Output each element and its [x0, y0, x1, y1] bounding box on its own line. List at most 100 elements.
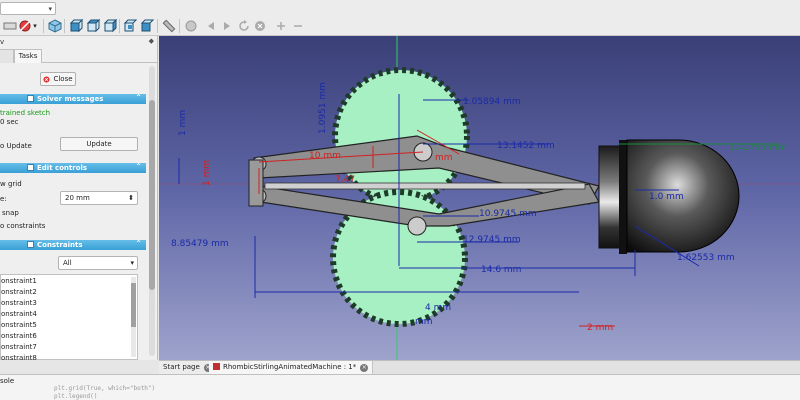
list-scrollbar[interactable]	[131, 277, 136, 357]
collapse-icon[interactable]: ⌃	[135, 162, 142, 171]
dimension-label[interactable]: 7.47	[335, 175, 355, 185]
python-console[interactable]: sole plt.grid(True, which="both") plt.le…	[0, 374, 800, 400]
auto-constraints-checkbox-label[interactable]: o constraints	[0, 222, 45, 230]
grid-snap-checkbox-label[interactable]: snap	[2, 209, 19, 217]
view-right-button[interactable]	[102, 18, 117, 33]
list-item[interactable]: onstraint3	[1, 298, 37, 309]
chevron-down-icon: ▾	[33, 21, 37, 30]
tab-label: RhombicStirlingAnimatedMachine : 1*	[223, 363, 357, 371]
view-bottom-button[interactable]	[139, 18, 154, 33]
list-item[interactable]: onstraint6	[1, 331, 37, 342]
dimension-label[interactable]: 1 mm	[178, 110, 188, 136]
dimension-label[interactable]: mm	[435, 153, 453, 163]
list-item[interactable]: onstraint8	[1, 353, 37, 360]
dimension-label[interactable]: 2 mm	[587, 323, 613, 333]
list-item[interactable]: onstraint5	[1, 320, 37, 331]
zoom-in-button[interactable]	[273, 18, 288, 33]
dimension-label[interactable]: 1.42755 mm	[729, 143, 787, 153]
back-button[interactable]	[203, 18, 218, 33]
tab-tasks[interactable]: Tasks	[14, 49, 42, 63]
spinbox-arrows-icon[interactable]: ⬍	[128, 192, 134, 204]
grid-size-input[interactable]: 20 mm ⬍	[60, 191, 138, 205]
panel-float-icon[interactable]: ◆	[149, 37, 154, 45]
view-isometric-button[interactable]	[47, 18, 62, 33]
collapse-icon[interactable]: ⌃	[135, 93, 142, 102]
cube-isometric-icon	[48, 18, 61, 33]
update-button[interactable]: Update	[60, 137, 138, 151]
solver-messages-header[interactable]: Solver messages ⌃	[0, 93, 146, 104]
dimension-label[interactable]: 1.0 mm	[649, 192, 684, 202]
list-item[interactable]: onstraint1	[1, 276, 37, 287]
grid-size-label: e:	[0, 195, 7, 203]
cube-top-icon	[86, 18, 100, 32]
close-icon[interactable]: ×	[360, 364, 369, 372]
edit-controls-header[interactable]: Edit controls ⌃	[0, 162, 146, 173]
dimension-label[interactable]: 1 mm	[202, 160, 212, 186]
solver-messages-title: Solver messages	[37, 95, 104, 103]
dimension-label[interactable]: 4 mm	[425, 303, 451, 313]
constraints-filter-select[interactable]: All ▾	[58, 256, 138, 270]
dimension-label[interactable]: 12.9745 mm	[463, 235, 521, 245]
list-scrollbar-thumb[interactable]	[131, 283, 136, 327]
view-icon	[3, 22, 16, 29]
list-item[interactable]: onstraint7	[1, 342, 37, 353]
collapse-icon[interactable]: ⌃	[135, 239, 142, 248]
cube-front-icon	[69, 18, 83, 32]
auto-update-checkbox-label[interactable]: o Update	[0, 142, 32, 150]
close-button[interactable]: Close	[40, 72, 76, 86]
dimension-label[interactable]: 10 mm	[309, 151, 341, 161]
document-tab-bar: Start page × RhombicStirlingAnimatedMachi…	[159, 360, 800, 374]
dimension-label[interactable]: 10.9745 mm	[479, 209, 537, 219]
constraints-list[interactable]: onstraint1 onstraint2 onstraint3 onstrai…	[0, 274, 138, 360]
section-toggle-checkbox[interactable]	[27, 164, 34, 171]
tab-label: Start page	[163, 363, 200, 371]
console-line: plt.grid(True, which="both")	[54, 385, 156, 392]
cylinder-flange[interactable]	[598, 145, 622, 249]
view-rear-button[interactable]	[122, 18, 137, 33]
workbench-selector[interactable]: ▾	[0, 2, 56, 15]
ruler-icon	[162, 19, 175, 32]
crosshead[interactable]	[248, 159, 264, 207]
tab-model[interactable]	[0, 49, 14, 63]
dimension-label[interactable]: 14.6 mm	[481, 265, 521, 275]
tab-rhombic-stirling[interactable]: RhombicStirlingAnimatedMachine : 1* ×	[209, 361, 374, 374]
solver-time-text: 0 sec	[0, 118, 19, 126]
panel-scrollbar[interactable]	[149, 66, 155, 356]
view-front-button[interactable]	[68, 18, 83, 33]
3d-view[interactable]: 1.05894 mm 13.1452 mm 10.9745 mm 12.9745…	[159, 36, 800, 360]
dimension-label[interactable]: 1.62553 mm	[677, 253, 735, 263]
show-grid-checkbox-label[interactable]: w grid	[0, 180, 22, 188]
dimension-label[interactable]: 8.85479 mm	[171, 239, 229, 249]
refresh-button[interactable]	[236, 18, 251, 33]
cube-right-icon	[103, 18, 117, 32]
stop-button[interactable]	[252, 18, 267, 33]
document-icon	[213, 363, 220, 370]
close-icon	[43, 75, 51, 83]
list-item[interactable]: onstraint2	[1, 287, 37, 298]
constraints-header[interactable]: Constraints ⌃	[0, 239, 146, 250]
view-top-button[interactable]	[85, 18, 100, 33]
zoom-out-button[interactable]	[290, 18, 305, 33]
web-home-button[interactable]	[183, 18, 198, 33]
chevron-down-icon: ▾	[48, 5, 52, 13]
piston-rod[interactable]	[264, 182, 586, 190]
console-line: plt.legend()	[54, 393, 98, 400]
panel-scrollbar-thumb[interactable]	[149, 100, 155, 290]
measure-button[interactable]	[161, 18, 176, 33]
section-toggle-checkbox[interactable]	[27, 241, 34, 248]
draw-style-dropdown[interactable]: ▾	[31, 18, 39, 33]
dimension-label[interactable]: 1.0951 mm	[318, 82, 328, 134]
chevron-down-icon: ▾	[130, 259, 134, 267]
draw-style-icon	[19, 20, 30, 31]
dimension-label[interactable]: mm	[415, 317, 433, 327]
sketch-canvas[interactable]: 1.05894 mm 13.1452 mm 10.9745 mm 12.9745…	[159, 36, 800, 360]
section-toggle-checkbox[interactable]	[27, 95, 34, 102]
dimension-label[interactable]: 1.05894 mm	[463, 97, 521, 107]
list-item[interactable]: onstraint4	[1, 309, 37, 320]
view-menu-button[interactable]	[2, 18, 17, 33]
draw-style-button[interactable]	[17, 18, 32, 33]
grid-size-value: 20 mm	[65, 194, 90, 202]
dimension-label[interactable]: 13.1452 mm	[497, 141, 555, 151]
forward-button[interactable]	[219, 18, 234, 33]
panel-header: v ◆	[0, 36, 157, 48]
